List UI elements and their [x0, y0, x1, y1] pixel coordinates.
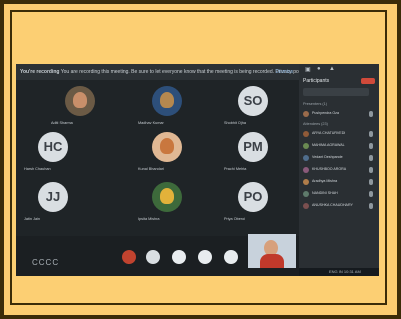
avatar: SO: [238, 86, 268, 116]
presenters-section: Presenters (1): [303, 102, 328, 106]
participant-tile[interactable]: Madhav Kumar: [138, 84, 194, 130]
mic-icon: [369, 191, 373, 197]
participant-name: Prachi Mehta: [224, 167, 247, 171]
mic-icon: [369, 111, 373, 117]
leave-button[interactable]: [361, 78, 375, 84]
mic-icon[interactable]: ●: [317, 66, 321, 72]
camera-icon[interactable]: [198, 250, 212, 264]
avatar: [152, 182, 182, 212]
participant-name: Harsh Chauhan: [24, 167, 51, 171]
list-item[interactable]: Vedant Deshpande: [303, 154, 377, 163]
mic-icon: [369, 155, 373, 161]
dismiss-button[interactable]: Dismiss: [276, 64, 294, 80]
taskbar-status: ENG IN 10:31 AM: [299, 268, 379, 276]
recording-text: You're recording You are recording this …: [20, 69, 306, 75]
list-item[interactable]: KHUSHBOO ARORA: [303, 166, 377, 175]
meeting-screen: You're recording You are recording this …: [16, 64, 379, 276]
mic-icon: [369, 179, 373, 185]
avatar: PO: [238, 182, 268, 212]
mic-icon: [369, 167, 373, 173]
list-item[interactable]: ANUSHKA CHAUDHARY: [303, 202, 377, 211]
self-view: [248, 234, 296, 268]
participant-tile[interactable]: JJ Jatin Jain: [24, 180, 80, 226]
participant-name: Aditi Sharma: [51, 121, 73, 125]
participants-panel: ▣ ● ▲ Participants Presenters (1) Pushpe…: [299, 64, 379, 276]
participant-tile[interactable]: PO Priya Oberoi: [224, 180, 280, 226]
raise-hand-icon[interactable]: [172, 250, 186, 264]
mic-icon: [369, 203, 373, 209]
people-icon[interactable]: [146, 250, 160, 264]
participant-name: Jatin Jain: [24, 217, 41, 221]
microphone-icon[interactable]: [224, 250, 238, 264]
participant-grid: Aditi Sharma Madhav Kumar SO Shobhit Ojh…: [16, 84, 299, 234]
participant-name: Madhav Kumar: [138, 121, 164, 125]
avatar: JJ: [38, 182, 68, 212]
participant-tile[interactable]: Aditi Sharma: [51, 84, 107, 130]
photo-mat: You're recording You are recording this …: [10, 10, 387, 305]
attendees-section: Attendees (23): [303, 122, 328, 126]
avatar: [152, 86, 182, 116]
mic-icon: [369, 131, 373, 137]
list-item[interactable]: MAHIMA AGRAWAL: [303, 142, 377, 151]
participant-name: Ipsita Mishra: [138, 217, 160, 221]
participant-name: Priya Oberoi: [224, 217, 246, 221]
avatar: [152, 132, 182, 162]
list-item[interactable]: NANDINI SHAH: [303, 190, 377, 199]
avatar: [65, 86, 95, 116]
participant-tile[interactable]: Kunal Bhandari: [138, 130, 194, 176]
panel-title: Participants: [303, 78, 330, 84]
list-item[interactable]: Aradhya Mishra: [303, 178, 377, 187]
avatar: PM: [238, 132, 268, 162]
participant-tile[interactable]: SO Shobhit Ojha: [224, 84, 280, 130]
chat-icon[interactable]: [122, 250, 136, 264]
participant-tile[interactable]: PM Prachi Mehta: [224, 130, 280, 176]
mic-icon: [369, 143, 373, 149]
search-input[interactable]: [303, 88, 369, 96]
video-icon[interactable]: ▣: [305, 66, 311, 73]
share-icon[interactable]: ▲: [329, 66, 335, 72]
participant-name: Kunal Bhandari: [138, 167, 164, 171]
avatar: HC: [38, 132, 68, 162]
participant-name: Shobhit Ojha: [224, 121, 246, 125]
participant-tile[interactable]: HC Harsh Chauhan: [24, 130, 80, 176]
list-item[interactable]: Pushpendra Oza: [303, 110, 377, 119]
caption-controls[interactable]: CCCC: [32, 258, 59, 267]
list-item[interactable]: ARYA CHATURVEDI: [303, 130, 377, 139]
participant-tile[interactable]: Ipsita Mishra: [138, 180, 194, 226]
recording-banner: You're recording You are recording this …: [16, 64, 306, 80]
